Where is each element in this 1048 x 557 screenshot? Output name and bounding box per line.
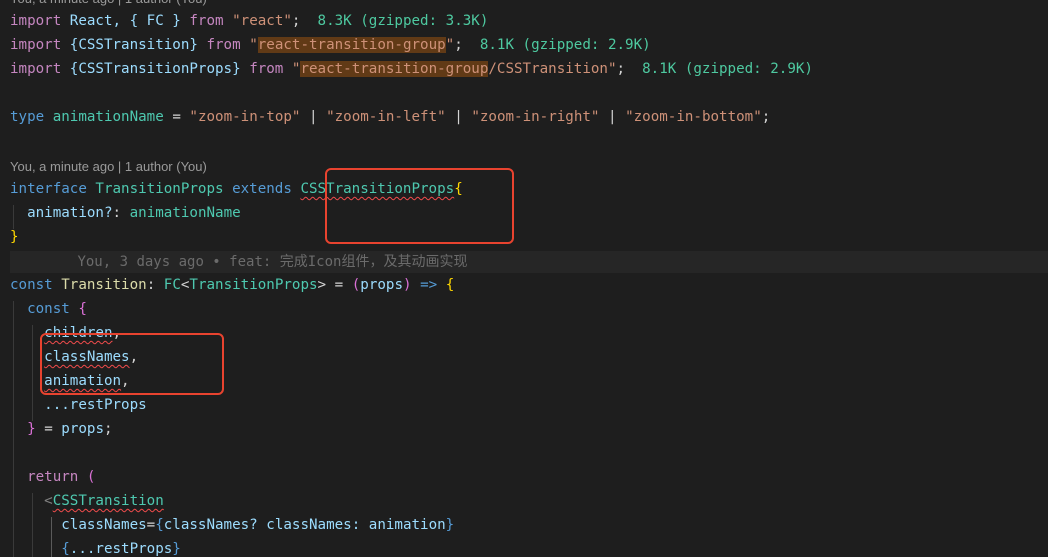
union-member: "zoom-in-right": [471, 109, 600, 125]
union-member: "zoom-in-bottom": [625, 109, 762, 125]
expr: animation: [368, 517, 446, 533]
expr: classNames:: [266, 517, 361, 533]
import-names: React, { FC }: [69, 13, 181, 29]
code-line-jsx-open: <CSSTransition: [44, 493, 164, 509]
destructured-var: ...restProps: [44, 397, 147, 413]
code-line-close-brace: }: [10, 229, 19, 245]
code-line-const-transition: const Transition: FC<TransitionProps> = …: [10, 277, 455, 293]
code-line-prop: animation?: animationName: [27, 205, 241, 221]
keyword: import: [10, 37, 62, 53]
import-names: {CSSTransitionProps}: [69, 61, 241, 77]
keyword: const: [10, 277, 53, 293]
jsx-attr: classNames: [61, 517, 147, 533]
keyword: extends: [232, 181, 292, 197]
code-line-const-destructure: const {: [27, 301, 87, 317]
code-line-jsx-attr: classNames={classNames? classNames: anim…: [61, 517, 455, 533]
keyword: interface: [10, 181, 87, 197]
type-name: FC: [163, 277, 181, 293]
spread-expr: ...restProps: [69, 541, 173, 557]
type-arg: TransitionProps: [189, 277, 318, 293]
keyword: return: [27, 469, 79, 485]
keyword: type: [10, 109, 45, 125]
code-line-type-alias: type animationName = "zoom-in-top" | "zo…: [10, 109, 771, 125]
prop-type: animationName: [129, 205, 241, 221]
union-member: "zoom-in-top": [189, 109, 301, 125]
interface-name: TransitionProps: [95, 181, 224, 197]
codelens-author[interactable]: You, a minute ago | 1 author (You): [10, 0, 207, 9]
component-name: Transition: [61, 277, 147, 293]
union-member: "zoom-in-left": [326, 109, 446, 125]
source-var: props: [61, 421, 104, 437]
code-line-restprops: ...restProps: [10, 393, 147, 417]
codelens-author[interactable]: You, a minute ago | 1 author (You): [10, 157, 207, 177]
module-string: /CSSTransition": [488, 61, 617, 77]
code-line-import-csstransition: import {CSSTransition} from "react-trans…: [10, 37, 651, 53]
keyword: from: [189, 13, 224, 29]
code-editor[interactable]: You, a minute ago | 1 author (You) impor…: [0, 0, 1048, 557]
keyword: from: [249, 61, 284, 77]
import-cost: 8.1K (gzipped: 2.9K): [642, 61, 813, 77]
keyword: from: [206, 37, 241, 53]
keyword: import: [10, 13, 62, 29]
keyword: const: [27, 301, 70, 317]
code-line-return: return (: [27, 469, 96, 485]
git-blame-annotation: You, 3 days ago • feat: 完成Icon组件，及其动画实现: [10, 251, 1048, 273]
param: props: [360, 277, 403, 293]
module-string: "react": [232, 13, 292, 29]
expr: classNames?: [163, 517, 258, 533]
type-name: animationName: [52, 109, 164, 125]
prop-name: animation?: [27, 205, 113, 221]
quote: ": [445, 37, 455, 53]
module-string-highlighted: react-transition-group: [257, 37, 446, 53]
code-line-destructure-close: } = props;: [27, 421, 113, 437]
code-line-jsx-spread: {...restProps}: [61, 541, 181, 557]
import-cost: 8.3K (gzipped: 3.3K): [317, 13, 489, 29]
jsx-tag: CSSTransition: [52, 493, 164, 509]
import-cost: 8.1K (gzipped: 2.9K): [479, 37, 651, 53]
blame-text: You, 3 days ago • feat: 完成Icon组件，及其动画实现: [77, 254, 468, 270]
quote: ": [249, 37, 258, 53]
import-names: {CSSTransition}: [69, 37, 198, 53]
keyword: import: [10, 61, 62, 77]
code-line-import-csstransitionprops: import {CSSTransitionProps} from "react-…: [10, 61, 813, 77]
annotation-box-destructure: [40, 333, 224, 395]
code-line-import-react: import React, { FC } from "react"; 8.3K …: [10, 13, 489, 29]
module-string-highlighted: react-transition-group: [300, 61, 489, 77]
annotation-box-base-type: [325, 168, 514, 244]
